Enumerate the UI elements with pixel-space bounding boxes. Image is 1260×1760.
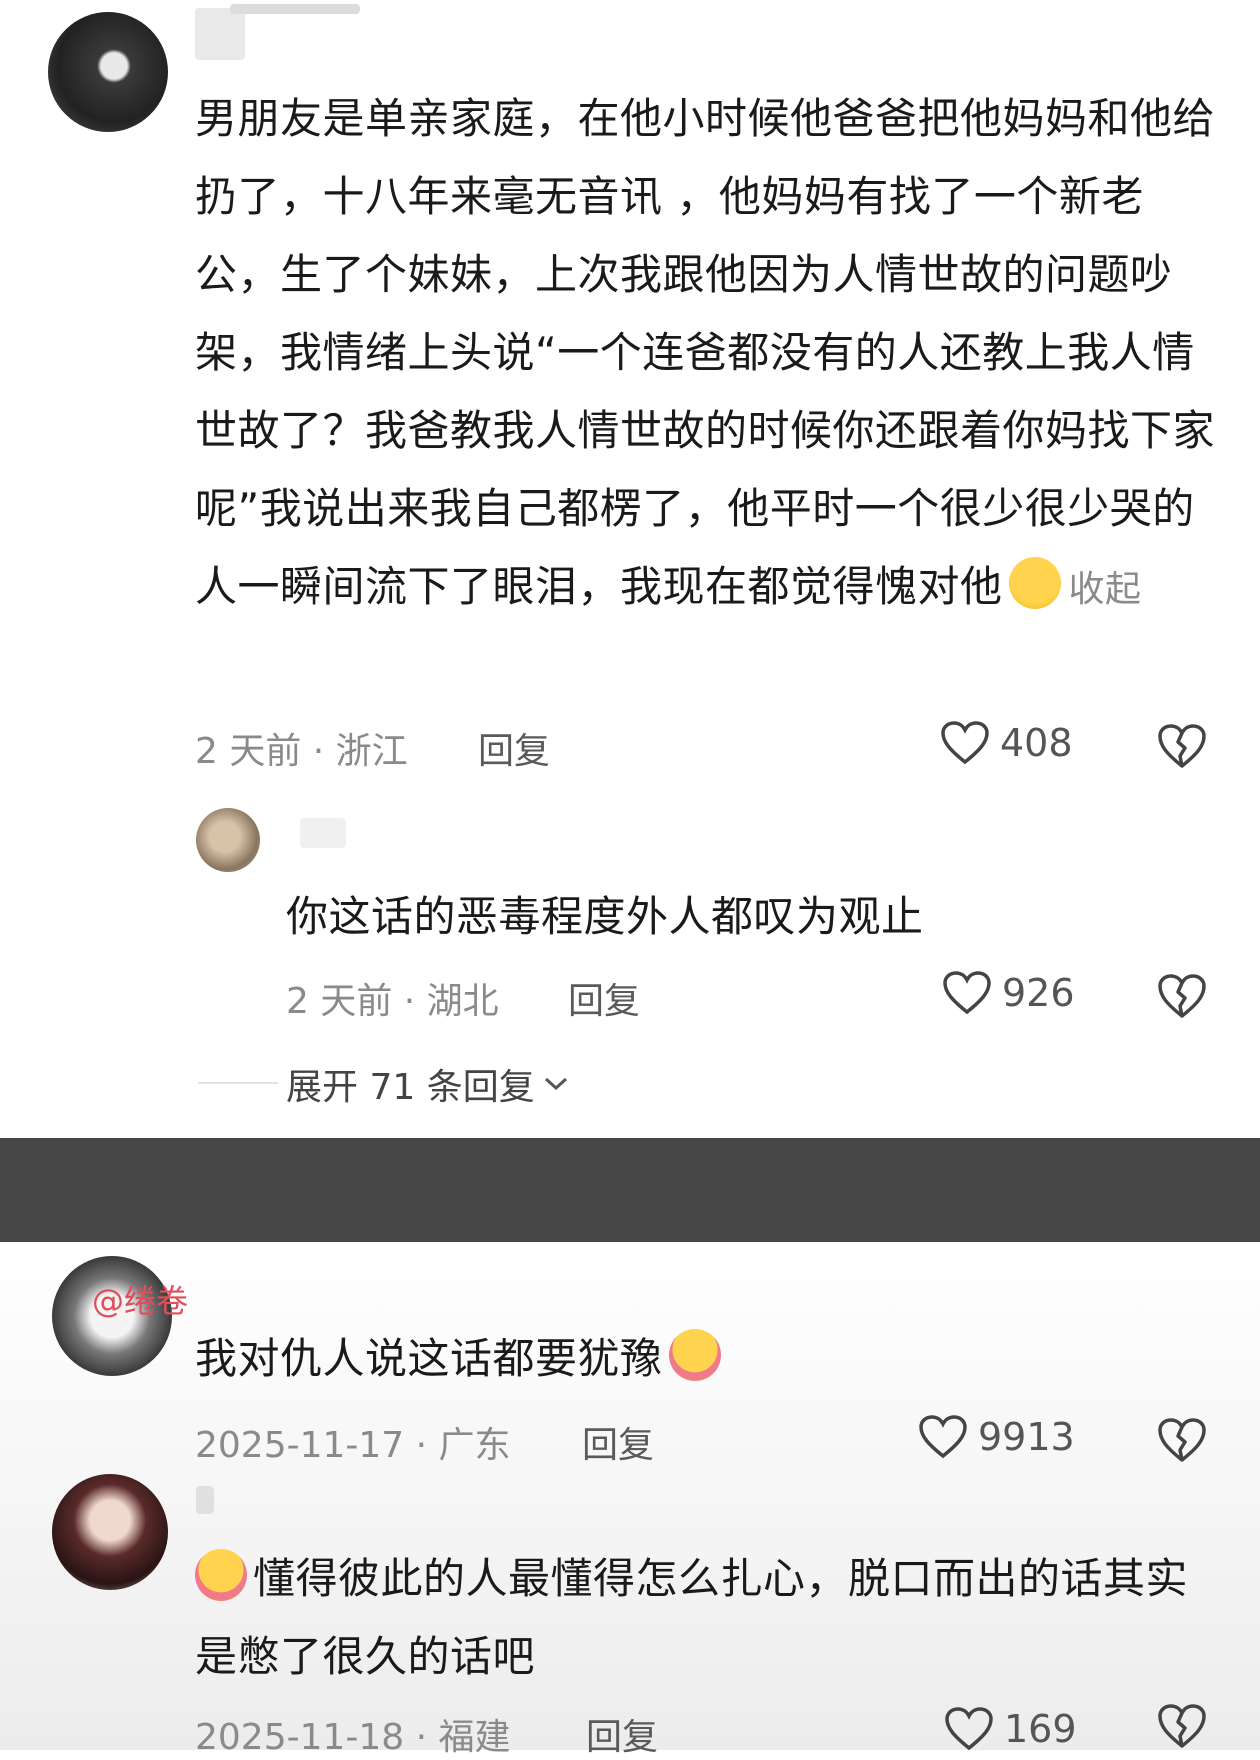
comment-text: 男朋友是单亲家庭，在他小时候他爸爸把他妈妈和他给扔了，十八年来毫无音讯 ，他妈妈… [195,94,1216,611]
comment-meta: 2 天前 · 浙江 [195,731,408,772]
like-count: 169 [1004,1707,1077,1751]
broken-heart-icon[interactable] [1156,722,1208,770]
comment-meta: 2025-11-17 · 广东 [195,1425,511,1466]
broken-heart-icon[interactable] [1156,972,1208,1020]
crying-face-icon [1008,557,1061,609]
username-blurred[interactable] [195,8,245,60]
comment-text: 懂得彼此的人最懂得怎么扎心，脱口而出的话其实是憋了很久的话吧 [195,1540,1220,1696]
broken-heart-icon[interactable] [1156,1416,1208,1464]
heart-icon [919,1415,967,1459]
like-count: 926 [1002,971,1075,1015]
collapse-button[interactable]: 收起 [1069,569,1142,610]
reply-button[interactable]: 回复 [478,722,550,774]
like-count: 9913 [978,1415,1075,1459]
like-count: 408 [1000,721,1073,765]
like-button[interactable]: 926 [942,970,1075,1016]
like-button[interactable]: 9913 [918,1414,1075,1460]
avatar[interactable] [52,1474,168,1590]
reply-button[interactable]: 回复 [568,972,640,1024]
comment-text: 我对仇人说这话都要犹豫 [195,1320,1215,1398]
screenshot-divider-band [0,1138,1260,1242]
heart-icon [943,971,991,1015]
like-button[interactable]: 169 [944,1706,1077,1752]
comment-text: 你这话的恶毒程度外人都叹为观止 [286,892,924,941]
avatar[interactable] [48,12,168,132]
expand-replies-label: 展开 71 条回复 [286,1067,535,1108]
chevron-down-icon [544,1077,567,1091]
hugging-face-icon [195,1549,247,1601]
expand-divider [198,1082,278,1084]
heart-icon [941,721,989,765]
expand-replies-button[interactable]: 展开 71 条回复 [286,1058,569,1110]
mention-tag[interactable]: @绻卷 [92,1276,188,1322]
username-blurred[interactable] [196,1486,214,1514]
like-button[interactable]: 408 [940,720,1073,766]
reply-button[interactable]: 回复 [586,1708,658,1760]
username-blurred-bar [230,4,360,14]
heart-icon [945,1707,993,1751]
comment-meta: 2025-11-18 · 福建 [195,1717,511,1758]
reply-button[interactable]: 回复 [582,1416,654,1468]
username-blurred[interactable] [300,818,346,848]
hugging-face-icon [668,1329,721,1381]
broken-heart-icon[interactable] [1156,1702,1208,1750]
comment-meta: 2 天前 · 湖北 [286,981,499,1022]
avatar[interactable] [196,808,260,872]
